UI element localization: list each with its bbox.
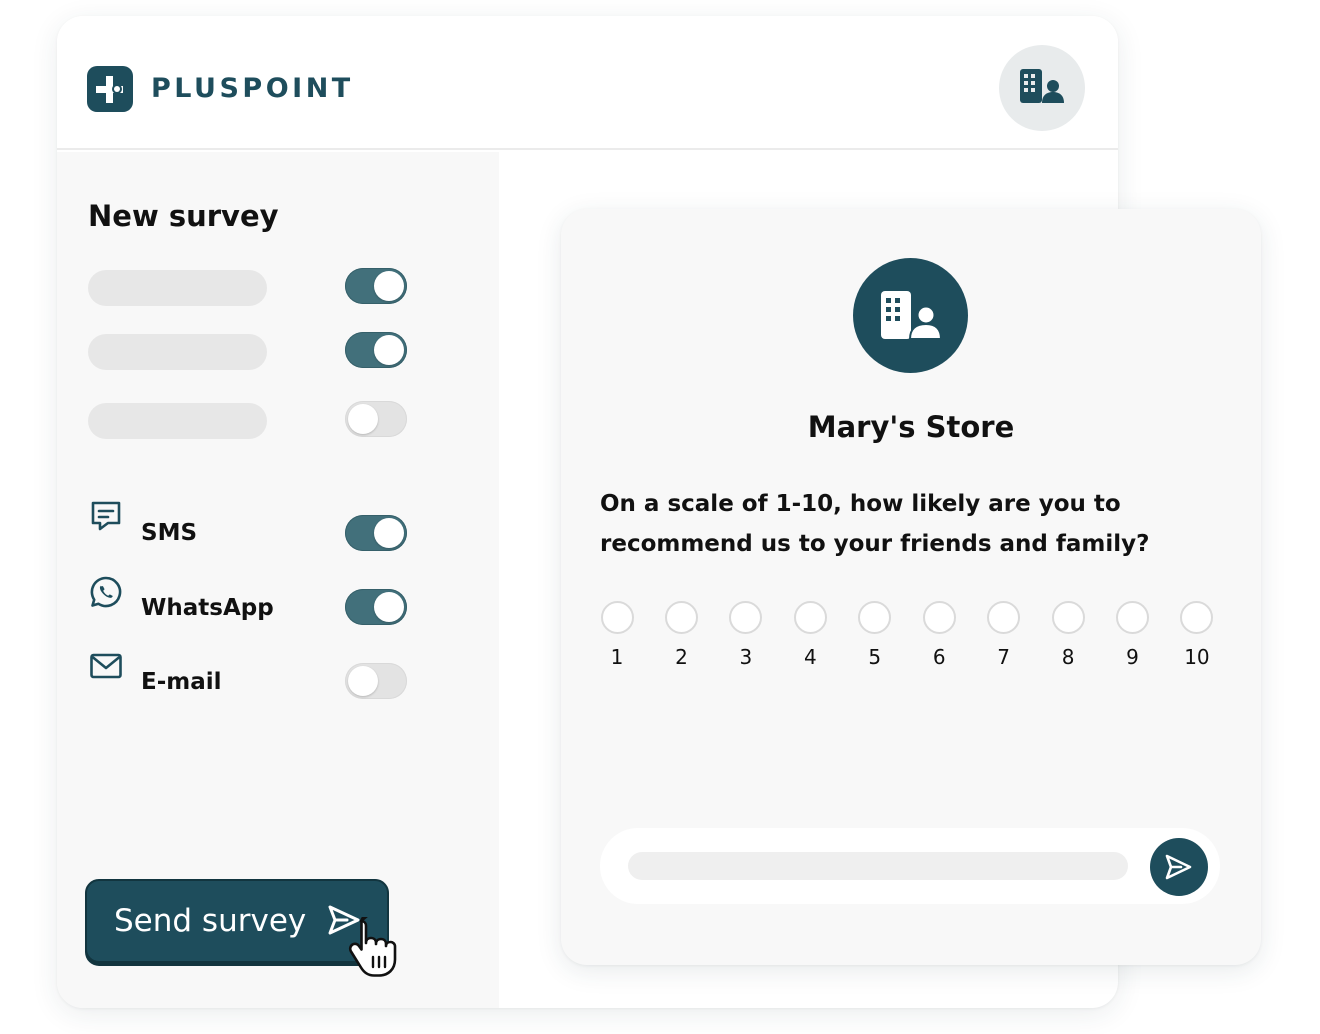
send-arrow-icon: [1165, 854, 1192, 880]
logo: [87, 66, 133, 112]
send-survey-button[interactable]: Send survey: [85, 879, 389, 963]
brand-name: PLUSPOINT: [151, 73, 354, 104]
header: PLUSPOINT: [57, 16, 1118, 150]
rating-label: 2: [675, 645, 688, 669]
toggle-knob: [374, 335, 404, 365]
rating-label: 8: [1061, 645, 1075, 669]
store-name: Mary's Store: [807, 410, 1015, 444]
rating-radio[interactable]: [664, 601, 698, 634]
option-2-toggle[interactable]: [345, 332, 407, 368]
rating-option-1[interactable]: 1: [597, 601, 637, 671]
rating-option-4[interactable]: 4: [790, 601, 830, 671]
building-user-icon: [1020, 69, 1064, 103]
toggle-knob: [348, 404, 378, 434]
rating-option-5[interactable]: 5: [855, 601, 895, 671]
sms-toggle[interactable]: [345, 515, 407, 551]
toggle-knob: [374, 592, 404, 622]
placeholder-option-2: [88, 334, 267, 370]
rating-label: 1: [610, 645, 624, 669]
send-survey-label: Send survey: [114, 903, 307, 939]
channel-label-sms: SMS: [141, 520, 198, 546]
survey-preview-card: Mary's Store On a scale of 1-10, how lik…: [561, 209, 1261, 965]
toggle-knob: [374, 271, 404, 301]
channel-label-email: E-mail: [141, 669, 222, 695]
rating-scale: 1 2 3 4 5 6 7 8 9 10: [597, 601, 1217, 671]
store-avatar: [853, 258, 968, 373]
toggle-knob: [374, 518, 404, 548]
email-toggle[interactable]: [345, 663, 407, 699]
rating-radio[interactable]: [600, 601, 634, 634]
plus-cross-icon: [96, 76, 123, 103]
sidebar-title: New survey: [88, 199, 279, 233]
survey-question: On a scale of 1-10, how likely are you t…: [600, 491, 1150, 557]
rating-radio[interactable]: [987, 601, 1021, 634]
message-send-button[interactable]: [1150, 838, 1208, 896]
placeholder-option-3: [88, 403, 267, 439]
rating-radio[interactable]: [922, 601, 956, 634]
rating-label: 10: [1184, 645, 1210, 669]
rating-option-3[interactable]: 3: [726, 601, 766, 671]
sidebar: New survey SMS WhatsApp E-mail Send surv…: [57, 152, 499, 1008]
hand-cursor-icon: [348, 917, 397, 977]
rating-radio[interactable]: [729, 601, 763, 634]
rating-radio[interactable]: [1051, 601, 1085, 634]
rating-option-10[interactable]: 10: [1177, 601, 1217, 671]
option-1-toggle[interactable]: [345, 268, 407, 304]
rating-label: 5: [868, 645, 882, 669]
rating-label: 9: [1126, 645, 1139, 669]
message-composer: [600, 828, 1220, 904]
rating-label: 6: [932, 645, 946, 669]
option-3-toggle[interactable]: [345, 401, 407, 437]
rating-radio[interactable]: [1116, 601, 1149, 634]
whatsapp-icon: [90, 576, 122, 608]
toggle-knob: [348, 666, 378, 696]
rating-label: 4: [803, 645, 817, 669]
rating-option-9[interactable]: 9: [1113, 601, 1153, 671]
rating-label: 7: [997, 645, 1010, 669]
channel-label-whatsapp: WhatsApp: [141, 595, 274, 621]
rating-option-7[interactable]: 7: [984, 601, 1024, 671]
sms-icon: [91, 501, 121, 531]
rating-option-8[interactable]: 8: [1048, 601, 1088, 671]
placeholder-option-1: [88, 270, 267, 306]
building-user-icon: [881, 291, 941, 340]
email-icon: [90, 653, 122, 679]
account-avatar[interactable]: [999, 45, 1085, 131]
rating-radio[interactable]: [1180, 601, 1214, 634]
message-input[interactable]: [628, 852, 1128, 880]
rating-option-6[interactable]: 6: [919, 601, 959, 671]
rating-label: 3: [739, 645, 753, 669]
rating-radio[interactable]: [793, 601, 827, 634]
rating-radio[interactable]: [858, 601, 892, 634]
whatsapp-toggle[interactable]: [345, 589, 407, 625]
rating-option-2[interactable]: 2: [661, 601, 701, 671]
